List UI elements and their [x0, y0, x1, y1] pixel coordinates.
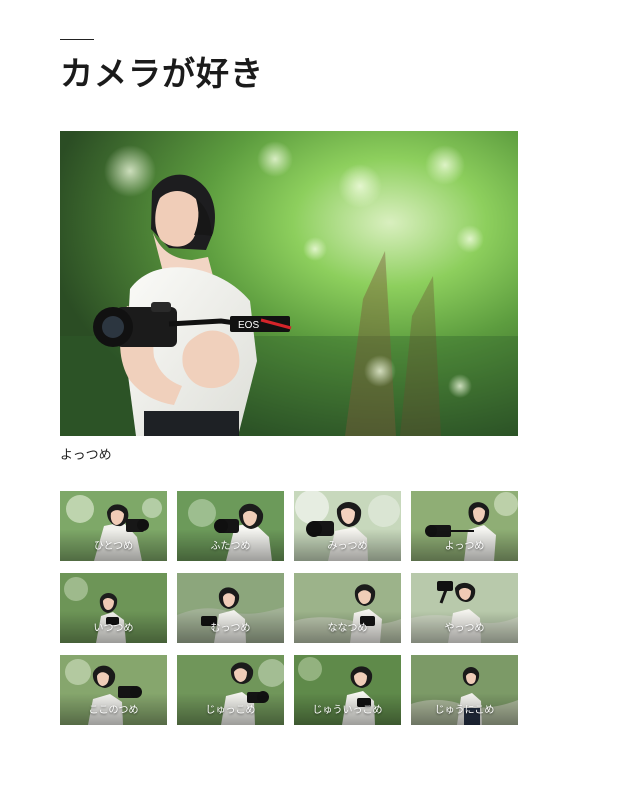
- gallery-item[interactable]: むっつめ: [177, 573, 284, 643]
- hero-image[interactable]: EOS: [60, 131, 518, 436]
- gallery-item[interactable]: よっつめ: [411, 491, 518, 561]
- svg-text:EOS: EOS: [238, 320, 259, 331]
- gallery-item-label: ここのつめ: [88, 705, 139, 716]
- title-accent-line: [60, 39, 94, 40]
- photo-icon: EOS: [60, 131, 518, 436]
- gallery-item[interactable]: みっつめ: [294, 491, 401, 561]
- gallery-item[interactable]: じゅういっこめ: [294, 655, 401, 725]
- hero-caption: よっつめ: [60, 448, 112, 463]
- gallery-item[interactable]: いつつめ: [60, 573, 167, 643]
- gallery-item-label: ななつめ: [327, 623, 368, 634]
- gallery-item-label: じゅっこめ: [205, 705, 256, 716]
- gallery-item[interactable]: ひとつめ: [60, 491, 167, 561]
- gallery-item-label: ふたつめ: [210, 541, 251, 552]
- gallery-item-label: じゅうにこめ: [434, 705, 495, 716]
- gallery-item[interactable]: じゅうにこめ: [411, 655, 518, 725]
- thumbnail-gallery: ひとつめ ふたつめ みっつめ よっつめいつつめ むっつめ ななつめ やっつめここのつめ じゅっ…: [60, 491, 518, 725]
- gallery-item[interactable]: ふたつめ: [177, 491, 284, 561]
- gallery-item-label: みっつめ: [327, 541, 368, 552]
- gallery-item[interactable]: ななつめ: [294, 573, 401, 643]
- gallery-item[interactable]: やっつめ: [411, 573, 518, 643]
- gallery-item-label: よっつめ: [444, 541, 485, 552]
- page-title: カメラが好き: [60, 54, 264, 93]
- gallery-item-label: ひとつめ: [93, 541, 134, 552]
- gallery-item-label: いつつめ: [93, 623, 134, 634]
- gallery-item-label: やっつめ: [444, 623, 485, 634]
- gallery-item-label: じゅういっこめ: [312, 705, 383, 716]
- gallery-item[interactable]: じゅっこめ: [177, 655, 284, 725]
- gallery-item-label: むっつめ: [210, 623, 251, 634]
- gallery-item[interactable]: ここのつめ: [60, 655, 167, 725]
